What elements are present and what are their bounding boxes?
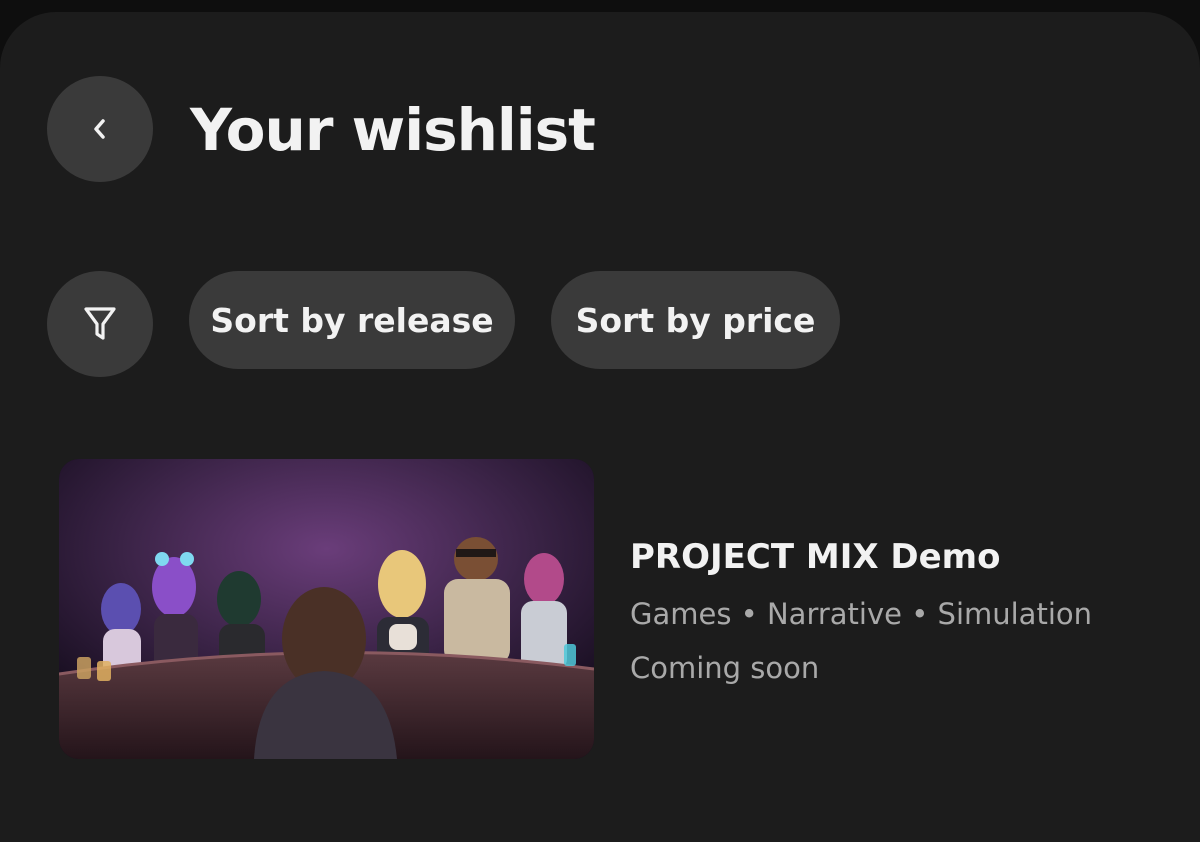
game-tags: Games • Narrative • Simulation <box>630 597 1093 631</box>
game-title: PROJECT MIX Demo <box>630 537 1001 577</box>
page-title: Your wishlist <box>190 96 596 164</box>
game-artwork <box>59 459 594 759</box>
chevron-left-icon <box>94 119 105 139</box>
back-button[interactable] <box>47 76 153 182</box>
wishlist-panel: Your wishlist Sort by release Sort by pr… <box>0 12 1200 842</box>
filter-button[interactable] <box>47 271 153 377</box>
game-thumbnail <box>59 459 594 759</box>
sort-by-release-button[interactable]: Sort by release <box>189 271 515 369</box>
sort-by-price-button[interactable]: Sort by price <box>551 271 840 369</box>
release-status: Coming soon <box>630 651 820 685</box>
filter-icon <box>84 307 116 340</box>
wishlist-item[interactable]: PROJECT MIX Demo Games • Narrative • Sim… <box>59 459 1159 761</box>
